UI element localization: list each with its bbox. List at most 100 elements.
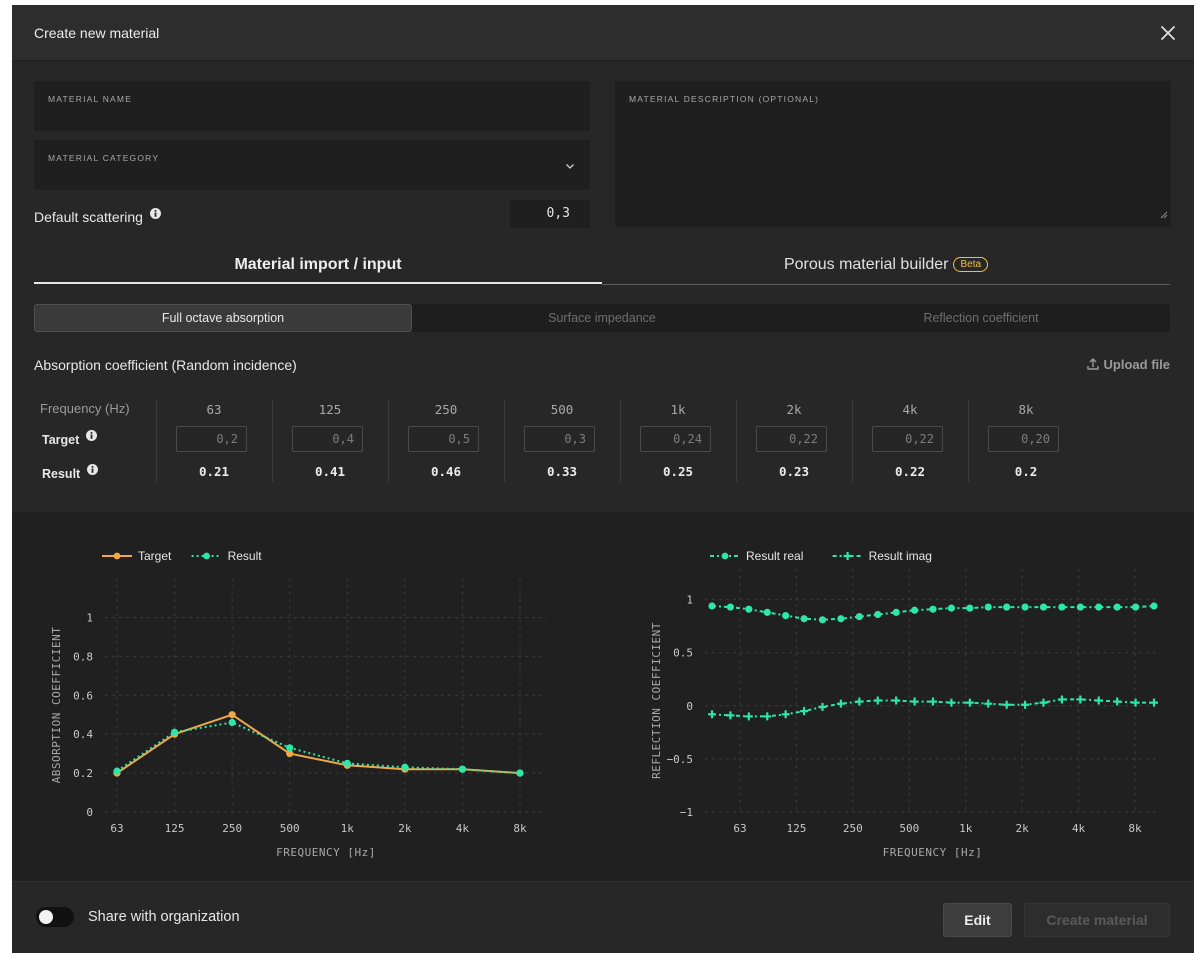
default-scattering-input[interactable]: 0,3 bbox=[510, 200, 590, 228]
data-point bbox=[782, 611, 790, 620]
data-point bbox=[1095, 603, 1103, 611]
result-info-icon[interactable] bbox=[86, 464, 98, 475]
target-input-8k[interactable]: 0,20 bbox=[988, 426, 1059, 452]
x-tick-label: 1k bbox=[341, 822, 355, 835]
x-tick-label: 250 bbox=[843, 822, 863, 835]
target-input-2k[interactable]: 0,22 bbox=[756, 426, 827, 452]
default-scattering-text: Default scattering bbox=[34, 209, 143, 225]
x-tick-label: 1k bbox=[959, 822, 973, 835]
edit-button[interactable]: Edit bbox=[943, 903, 1012, 937]
target-input-63[interactable]: 0,2 bbox=[176, 426, 247, 452]
x-tick-label: 4k bbox=[1072, 822, 1086, 835]
share-toggle[interactable] bbox=[36, 907, 74, 927]
target-info-icon[interactable] bbox=[85, 430, 97, 441]
segment-surface-impedance[interactable]: Surface impedance bbox=[413, 304, 791, 332]
data-point bbox=[708, 710, 716, 719]
freq-header-63: 63 bbox=[206, 402, 222, 417]
target-input-125[interactable]: 0,4 bbox=[292, 426, 363, 452]
create-material-button[interactable]: Create material bbox=[1024, 903, 1170, 937]
reflection-chart: −1 −0.5 0 0.5 1 63 125 250 500 1k 2k 4k 8k FREQUENCY … bbox=[650, 549, 1160, 859]
upload-file-button[interactable]: Upload file bbox=[1086, 357, 1170, 374]
charts-panel: 0 0.2 0.4 0.6 0.8 1 63 125 250 500 1k 2k 4k 8k FREQUEN… bbox=[12, 512, 1194, 881]
material-description-label: MATERIAL DESCRIPTION (OPTIONAL) bbox=[629, 94, 820, 104]
data-point bbox=[873, 696, 882, 705]
result-row-text: Result bbox=[42, 467, 81, 481]
data-point bbox=[744, 712, 753, 721]
data-point bbox=[910, 606, 919, 614]
data-point bbox=[855, 613, 863, 621]
x-tick-label: 500 bbox=[280, 822, 300, 835]
upload-icon bbox=[1086, 357, 1100, 374]
chevron-down-icon bbox=[564, 159, 576, 177]
x-axis-label: FREQUENCY [Hz] bbox=[276, 846, 376, 859]
y-tick-label: 1 bbox=[686, 594, 693, 607]
data-point bbox=[1076, 603, 1084, 611]
frequency-row-label: Frequency (Hz) bbox=[40, 401, 130, 416]
y-tick-label: 0.4 bbox=[73, 728, 93, 741]
result-value-250: 0.46 bbox=[430, 464, 462, 479]
freq-header-1k: 1k bbox=[670, 402, 686, 417]
info-icon[interactable] bbox=[149, 206, 161, 219]
x-tick-label: 125 bbox=[165, 822, 185, 835]
result-value-63: 0.21 bbox=[198, 464, 230, 479]
data-point bbox=[1058, 603, 1066, 611]
data-point bbox=[1002, 700, 1011, 709]
data-point bbox=[892, 608, 900, 616]
result-value-2k: 0.23 bbox=[778, 464, 810, 479]
data-point bbox=[1003, 603, 1011, 611]
resize-handle-icon[interactable] bbox=[1159, 206, 1168, 224]
legend-marker bbox=[203, 552, 211, 560]
create-material-dialog: Create new material MATERIAL NAME MATERI… bbox=[12, 5, 1194, 953]
beta-badge: Beta bbox=[953, 257, 989, 272]
material-name-input[interactable] bbox=[48, 107, 576, 125]
target-row-label: Target bbox=[42, 430, 97, 447]
data-point bbox=[947, 698, 956, 707]
data-point bbox=[1094, 696, 1103, 705]
data-point bbox=[1113, 603, 1121, 611]
material-category-select[interactable]: MATERIAL CATEGORY bbox=[34, 140, 590, 190]
data-point bbox=[726, 711, 735, 720]
absorption-chart: 0 0.2 0.4 0.6 0.8 1 63 125 250 500 1k 2k 4k 8k FREQUEN… bbox=[50, 549, 547, 859]
freq-header-4k: 4k bbox=[902, 402, 918, 417]
result-value-4k: 0.22 bbox=[894, 464, 926, 479]
data-point bbox=[343, 759, 351, 767]
legend-marker bbox=[721, 552, 729, 560]
data-point bbox=[228, 718, 236, 727]
tab-material-import[interactable]: Material import / input bbox=[34, 252, 602, 286]
x-tick-label: 2k bbox=[398, 822, 412, 835]
x-tick-label: 8k bbox=[513, 822, 527, 835]
data-point bbox=[1021, 700, 1030, 709]
data-point bbox=[228, 711, 236, 719]
data-point bbox=[401, 763, 409, 771]
series-line bbox=[116, 713, 521, 775]
x-tick-label: 500 bbox=[899, 822, 919, 835]
close-icon[interactable] bbox=[1156, 21, 1180, 45]
target-input-500[interactable]: 0,3 bbox=[524, 426, 595, 452]
y-tick-label: 0 bbox=[86, 806, 93, 819]
x-axis-label: FREQUENCY [Hz] bbox=[883, 846, 983, 859]
freq-header-250: 250 bbox=[434, 402, 458, 417]
data-point bbox=[800, 707, 809, 716]
material-name-field[interactable]: MATERIAL NAME bbox=[34, 81, 590, 131]
result-value-500: 0.33 bbox=[546, 464, 578, 479]
y-axis-label: REFLECTION COEFFICIENT bbox=[650, 622, 663, 779]
input-mode-segment-control: Full octave absorption Surface impedance… bbox=[34, 304, 1170, 332]
segment-reflection-coefficient[interactable]: Reflection coefficient bbox=[792, 304, 1170, 332]
target-input-4k[interactable]: 0,22 bbox=[872, 426, 943, 452]
y-tick-label: 0.8 bbox=[73, 650, 93, 663]
material-description-field[interactable]: MATERIAL DESCRIPTION (OPTIONAL) bbox=[615, 81, 1171, 227]
data-point bbox=[837, 615, 845, 623]
data-point bbox=[170, 728, 179, 736]
segment-full-octave-absorption[interactable]: Full octave absorption bbox=[34, 304, 412, 332]
data-point bbox=[1057, 695, 1066, 704]
y-tick-label: 0.6 bbox=[73, 689, 93, 702]
target-input-250[interactable]: 0,5 bbox=[408, 426, 479, 452]
x-tick-label: 63 bbox=[733, 822, 746, 835]
data-point bbox=[929, 697, 937, 706]
data-point bbox=[855, 697, 864, 706]
data-point bbox=[910, 697, 919, 706]
data-point bbox=[1150, 602, 1158, 610]
target-input-1k[interactable]: 0,24 bbox=[640, 426, 711, 452]
tab-porous-material-builder[interactable]: Porous material builder Beta bbox=[602, 252, 1170, 286]
data-point bbox=[929, 605, 937, 613]
